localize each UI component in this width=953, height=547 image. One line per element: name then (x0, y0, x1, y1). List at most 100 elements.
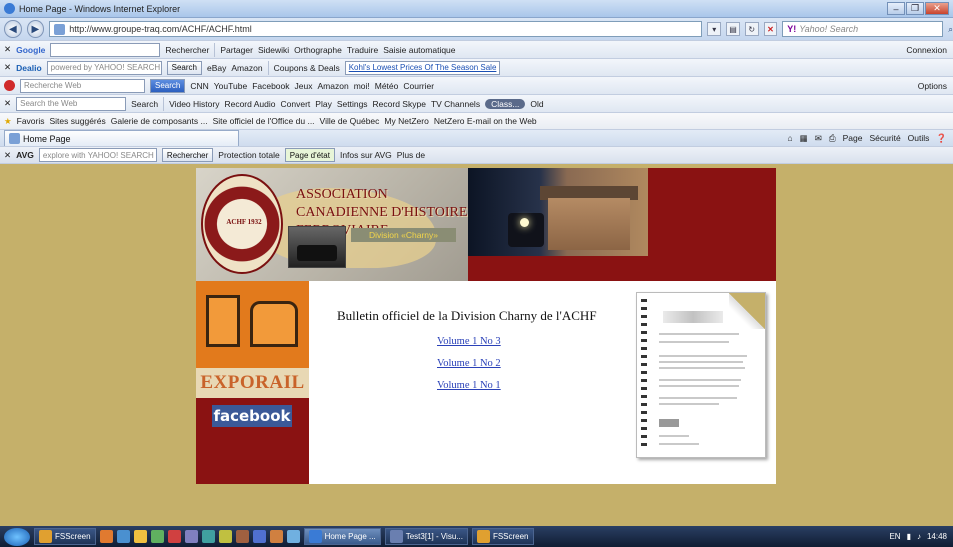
forward-button[interactable]: ▶ (26, 20, 45, 38)
dealio-search-input[interactable]: powered by YAHOO! SEARCH (46, 60, 162, 75)
stop-icon[interactable]: ✕ (763, 22, 778, 36)
video-item-record-audio[interactable]: Record Audio (224, 99, 275, 109)
minimize-button[interactable]: – (887, 2, 905, 15)
close-toolbar-icon[interactable]: ✕ (4, 62, 11, 73)
quicklaunch-icon[interactable] (133, 530, 147, 543)
quicklaunch-icon[interactable] (252, 530, 266, 543)
dealio-item-kohls[interactable]: Kohl's Lowest Prices Of The Season Sale (344, 60, 501, 75)
quicklaunch-icon[interactable] (269, 530, 283, 543)
google-item-traduire[interactable]: Traduire (347, 45, 378, 55)
close-toolbar-icon[interactable]: ✕ (4, 44, 11, 55)
volume-icon[interactable]: ♪ (917, 532, 921, 541)
feeds-icon[interactable]: ▦ (800, 133, 808, 144)
tab-home-page[interactable]: Home Page (4, 130, 239, 146)
mail-icon[interactable]: ✉ (815, 133, 822, 144)
video-item-record-skype[interactable]: Record Skype (373, 99, 426, 109)
video-item-history[interactable]: Video History (169, 99, 219, 109)
volume-link-1-1[interactable]: Volume 1 No 1 (437, 380, 501, 391)
avg-item-protection[interactable]: Protection totale (218, 150, 279, 160)
yahoo-search-input[interactable]: Y! Yahoo! Search (782, 21, 944, 37)
video-search-button[interactable]: Search (131, 99, 158, 109)
quicklaunch-icon[interactable] (116, 530, 130, 543)
quicklaunch-icon[interactable] (286, 530, 300, 543)
ask-item-amazon[interactable]: Amazon (318, 81, 349, 91)
bulletin-thumbnail[interactable] (636, 292, 766, 458)
ask-item-meteo[interactable]: Météo (375, 81, 399, 91)
task-fsscreen-1[interactable]: FSScreen (34, 528, 96, 545)
volume-link-1-3[interactable]: Volume 1 No 3 (437, 336, 501, 347)
address-bar[interactable]: http://www.groupe-traq.com/ACHF/ACHF.htm… (49, 21, 703, 37)
ask-item-courrier[interactable]: Courrier (403, 81, 434, 91)
home-icon[interactable]: ⌂ (788, 133, 793, 144)
ask-item-jeux[interactable]: Jeux (295, 81, 313, 91)
dealio-item-coupons[interactable]: Coupons & Deals (274, 63, 340, 73)
fav-item-netzero-email[interactable]: NetZero E-mail on the Web (434, 116, 537, 126)
video-item-play[interactable]: Play (315, 99, 332, 109)
safety-menu[interactable]: Sécurité (869, 133, 900, 144)
quicklaunch-icon[interactable] (184, 530, 198, 543)
ask-search-input[interactable]: Recherche Web (20, 78, 145, 93)
video-item-tv-channels[interactable]: TV Channels (431, 99, 480, 109)
task-home-page[interactable]: Home Page ... (303, 528, 381, 545)
google-item-partager[interactable]: Partager (220, 45, 253, 55)
fav-item-quebec[interactable]: Ville de Québec (320, 116, 380, 126)
help-icon[interactable]: ❓ (936, 133, 947, 144)
avg-item-page-etat[interactable]: Page d'état (284, 148, 335, 162)
google-item-rechercher[interactable]: Rechercher (165, 45, 209, 55)
dealio-item-ebay[interactable]: eBay (207, 63, 226, 73)
fav-item-netzero[interactable]: My NetZero (384, 116, 428, 126)
task-fsscreen-2[interactable]: FSScreen (471, 528, 534, 545)
quicklaunch-icon[interactable] (235, 530, 249, 543)
print-icon[interactable]: ⎙ (829, 133, 836, 144)
fav-item-office[interactable]: Site officiel de l'Office du ... (213, 116, 315, 126)
start-button[interactable] (4, 527, 30, 546)
avg-item-plus[interactable]: Plus de (397, 150, 425, 160)
quicklaunch-icon[interactable] (150, 530, 164, 543)
ask-item-facebook[interactable]: Facebook (252, 81, 289, 91)
favorites-button[interactable]: Favoris (17, 116, 45, 126)
compatibility-icon[interactable]: ▤ (726, 22, 740, 36)
ask-item-youtube[interactable]: YouTube (214, 81, 247, 91)
address-dropdown-button[interactable]: ▾ (707, 22, 722, 36)
facebook-link[interactable]: facebook (212, 405, 292, 427)
refresh-icon[interactable]: ↻ (744, 22, 759, 36)
dealio-item-amazon[interactable]: Amazon (231, 63, 262, 73)
maximize-button[interactable]: ❐ (906, 2, 924, 15)
video-item-old[interactable]: Old (530, 99, 543, 109)
page-menu[interactable]: Page (843, 133, 863, 144)
dealio-search-button[interactable]: Search (166, 60, 202, 75)
avg-rechercher-button[interactable]: Rechercher (161, 148, 214, 162)
task-test3[interactable]: Test3[1] - Visu... (384, 528, 468, 545)
clock[interactable]: 14:48 (927, 532, 947, 541)
back-button[interactable]: ◀ (4, 20, 22, 38)
exporail-link[interactable]: EXPORAIL (196, 368, 309, 398)
avg-item-infos[interactable]: Infos sur AVG (340, 150, 392, 160)
google-item-sidewiki[interactable]: Sidewiki (258, 45, 289, 55)
network-icon[interactable]: ▮ (907, 532, 911, 541)
close-window-button[interactable]: ✕ (925, 2, 949, 15)
quicklaunch-icon[interactable] (99, 530, 113, 543)
google-item-orthographe[interactable]: Orthographe (294, 45, 342, 55)
google-item-saisie[interactable]: Saisie automatique (383, 45, 455, 55)
close-toolbar-icon[interactable]: ✕ (4, 98, 11, 109)
video-item-class[interactable]: Class... (485, 98, 526, 109)
tools-menu[interactable]: Outils (908, 133, 930, 144)
avg-search-input[interactable]: explore with YAHOO! SEARCH (38, 148, 157, 162)
quicklaunch-icon[interactable] (218, 530, 232, 543)
fav-item-galerie[interactable]: Galerie de composants ... (111, 116, 208, 126)
video-item-settings[interactable]: Settings (337, 99, 368, 109)
volume-link-1-2[interactable]: Volume 1 No 2 (437, 358, 501, 369)
close-toolbar-icon[interactable]: ✕ (4, 150, 11, 161)
quicklaunch-icon[interactable] (201, 530, 215, 543)
quicklaunch-icon[interactable] (167, 530, 181, 543)
fav-item-sites[interactable]: Sites suggérés (50, 116, 106, 126)
google-connexion-link[interactable]: Connexion (906, 45, 947, 55)
video-item-convert[interactable]: Convert (281, 99, 311, 109)
ask-options-button[interactable]: Options (918, 81, 947, 91)
search-icon[interactable]: ⌕ (948, 24, 953, 35)
google-search-input[interactable] (50, 42, 161, 57)
language-indicator[interactable]: EN (889, 532, 900, 541)
video-search-input[interactable]: Search the Web (16, 96, 127, 111)
ask-item-moi[interactable]: moi! (354, 81, 370, 91)
ask-item-cnn[interactable]: CNN (190, 81, 208, 91)
